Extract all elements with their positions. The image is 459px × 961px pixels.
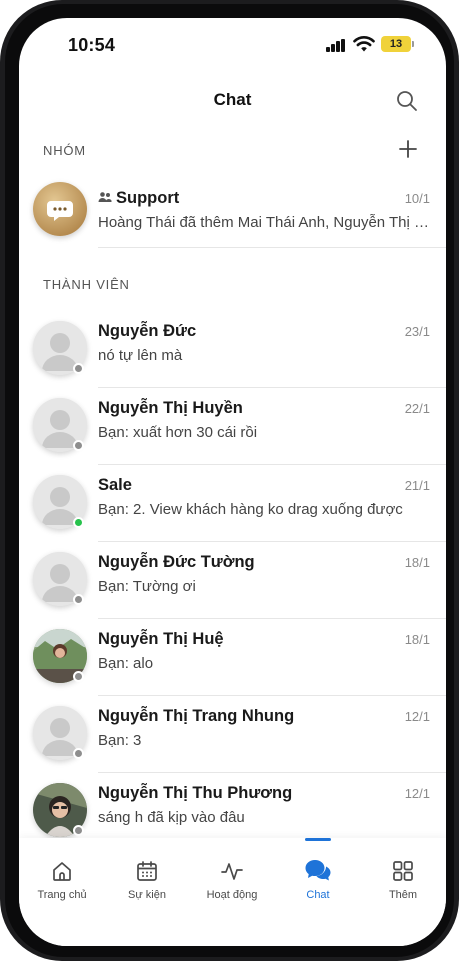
group-name: Support: [116, 189, 180, 207]
member-last-message: Bạn: 2. View khách hàng ko drag xuống đư…: [98, 501, 403, 518]
search-icon[interactable]: [395, 89, 419, 113]
chat-bubble-icon: [305, 860, 331, 881]
member-name: Sale: [98, 476, 132, 494]
tab-activity[interactable]: Hoạt động: [189, 838, 275, 918]
member-name: Nguyễn Thị Trang Nhung: [98, 707, 295, 725]
member-date: 12/1: [404, 786, 430, 801]
member-date: 23/1: [404, 324, 430, 339]
member-row[interactable]: Nguyễn Đức Tường 18/1 Bạn: Tường ơi: [19, 542, 446, 619]
member-name: Nguyễn Đức: [98, 322, 197, 340]
member-last-message: Bạn: 3: [98, 732, 142, 749]
tab-home[interactable]: Trang chủ: [19, 838, 105, 918]
member-last-message: nó tự lên mà: [98, 347, 183, 364]
member-date: 12/1: [404, 709, 430, 724]
status-time: 10:54: [68, 35, 116, 55]
groups-section-title: NHÓM: [43, 143, 86, 158]
member-row[interactable]: Nguyễn Thị Huyền 22/1 Bạn: xuất hơn 30 cái…: [19, 388, 446, 465]
home-icon: [53, 862, 71, 881]
member-last-message: Bạn: alo: [98, 655, 154, 672]
phone-bezel: 10:54 13 Chat NHÓM Support 10/1 Hoàng Th…: [5, 4, 454, 957]
grid-icon: [393, 861, 413, 881]
member-row[interactable]: Sale 21/1 Bạn: 2. View khách hàng ko drag …: [19, 465, 446, 542]
member-row[interactable]: Nguyễn Thị Trang Nhung 12/1 Bạn: 3: [19, 696, 446, 773]
member-date: 21/1: [404, 478, 430, 493]
app-screen: 10:54 13 Chat NHÓM Support 10/1 Hoàng Th…: [19, 18, 446, 946]
activity-icon: [221, 863, 243, 880]
group-last-message: Hoàng Thái đã thêm Mai Thái Anh, Nguyễn …: [98, 214, 430, 231]
wifi-icon: [353, 36, 375, 52]
group-row-support[interactable]: Support 10/1 Hoàng Thái đã thêm Mai Thái…: [19, 178, 446, 255]
tab-label: Trang chủ: [37, 889, 87, 901]
member-date: 22/1: [404, 401, 430, 416]
tab-events[interactable]: Sự kiện: [104, 838, 190, 918]
tab-label: Sự kiện: [128, 889, 166, 901]
bottom-tab-bar: Trang chủ Sự kiện Hoạt động Chat Thêm: [19, 838, 446, 946]
tab-more[interactable]: Thêm: [360, 838, 446, 918]
tab-label: Thêm: [388, 889, 418, 901]
calendar-icon: [137, 861, 157, 881]
group-avatar: [33, 182, 87, 236]
presence-status-dot: [73, 825, 84, 836]
status-bar: 10:54 13: [19, 18, 446, 74]
presence-status-dot: [73, 440, 84, 451]
battery-indicator: 13: [381, 36, 414, 52]
chat-dots-icon: [47, 201, 73, 221]
cellular-signal-icon: [326, 39, 346, 52]
presence-status-dot: [73, 748, 84, 759]
presence-status-dot: [73, 594, 84, 605]
presence-status-dot: [73, 517, 84, 528]
member-date: 18/1: [404, 555, 430, 570]
member-date: 18/1: [404, 632, 430, 647]
header: Chat: [19, 74, 446, 118]
member-name: Nguyễn Thị Huyền: [98, 399, 243, 417]
group-people-icon: [98, 192, 112, 202]
member-last-message: Bạn: xuất hơn 30 cái rồi: [98, 424, 258, 441]
presence-status-dot: [73, 363, 84, 374]
tab-chat[interactable]: Chat: [275, 838, 361, 918]
member-name: Nguyễn Thị Huệ: [98, 630, 224, 648]
tab-label: Hoạt động: [206, 889, 258, 901]
member-row[interactable]: Nguyễn Thị Huệ 18/1 Bạn: alo: [19, 619, 446, 696]
active-tab-indicator: [305, 838, 331, 841]
member-name: Nguyễn Đức Tường: [98, 553, 255, 571]
member-name: Nguyễn Thị Thu Phương: [98, 784, 293, 802]
phone-frame: 10:54 13 Chat NHÓM Support 10/1 Hoàng Th…: [0, 0, 459, 961]
tab-label: Chat: [306, 889, 330, 901]
plus-icon[interactable]: [397, 138, 419, 160]
group-date: 10/1: [404, 191, 430, 206]
member-last-message: Bạn: Tường ơi: [98, 578, 196, 595]
page-title: Chat: [213, 90, 252, 109]
presence-status-dot: [73, 671, 84, 682]
members-section-title: THÀNH VIÊN: [43, 277, 130, 292]
member-last-message: sáng h đã kịp vào đâu: [98, 809, 245, 826]
member-row[interactable]: Nguyễn Đức 23/1 nó tự lên mà: [19, 311, 446, 388]
row-divider: [98, 247, 446, 248]
